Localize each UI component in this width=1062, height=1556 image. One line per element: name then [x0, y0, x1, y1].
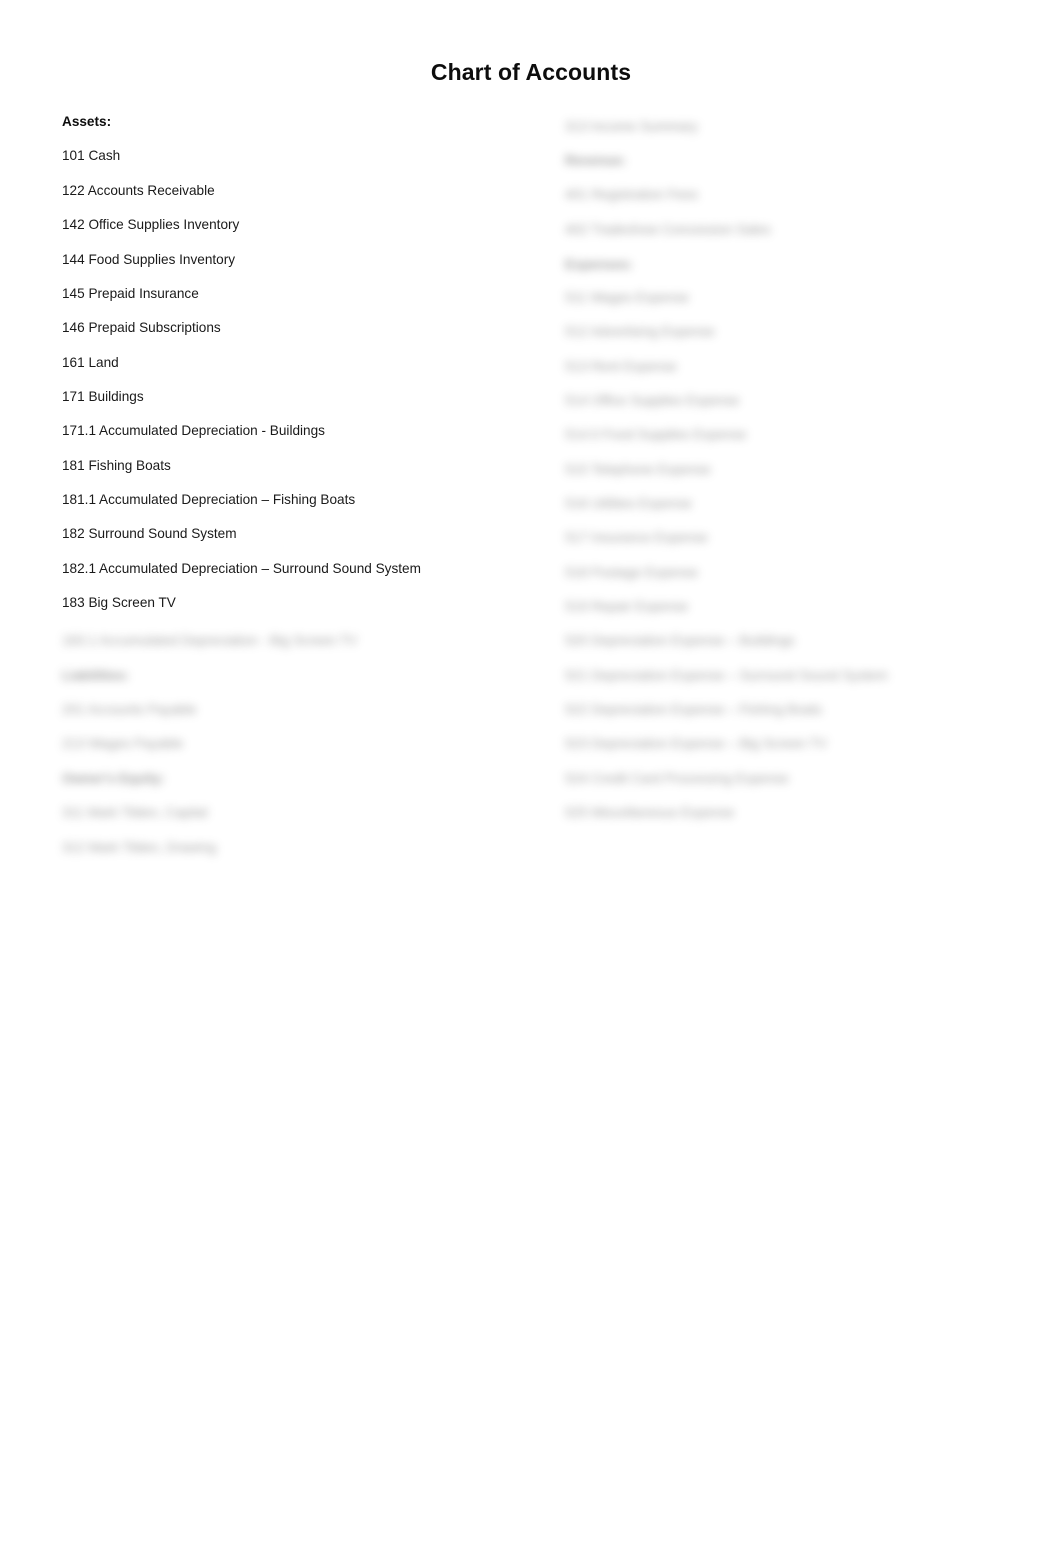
- account-section-heading: Liabilities:: [62, 668, 130, 683]
- account-line-item: 181.1 Accumulated Depreciation – Fishing…: [62, 492, 356, 507]
- account-line-item: 524 Credit Card Processing Expense: [565, 771, 789, 786]
- account-line-item: 161 Land: [62, 355, 119, 370]
- account-line-item: 517 Insurance Expense: [565, 530, 708, 545]
- account-line-item: 311 Mark Tilden, Capital: [62, 805, 208, 820]
- account-section-heading: Expenses:: [565, 257, 634, 272]
- account-line-item: 520 Depreciation Expense – Buildings: [565, 633, 795, 648]
- account-section-heading: Revenue:: [565, 153, 627, 168]
- account-line-item: 514 Office Supplies Expense: [565, 393, 740, 408]
- account-section-heading: Owner's Equity:: [62, 771, 165, 786]
- account-line-item: 511 Wages Expense: [565, 290, 689, 305]
- account-line-item: 523 Depreciation Expense – Big Screen TV: [565, 736, 827, 751]
- account-line-item: 122 Accounts Receivable: [62, 183, 215, 198]
- account-line-item: 313 Income Summary: [565, 119, 698, 134]
- account-line-item: 401 Registration Fees: [565, 187, 698, 202]
- account-line-item: 515 Telephone Expense: [565, 462, 711, 477]
- account-line-item: 512 Advertising Expense: [565, 324, 715, 339]
- account-line-item: 522 Depreciation Expense – Fishing Boats: [565, 702, 822, 717]
- document-page: Chart of Accounts Assets: 101 Cash 122 Acc…: [0, 0, 1062, 1556]
- account-line-item: 171.1 Accumulated Depreciation - Buildin…: [62, 423, 325, 438]
- account-line-item: 183.1 Accumulated Depreciation - Big Scr…: [62, 633, 358, 648]
- account-line-item: 513 Rent Expense: [565, 359, 677, 374]
- account-line-item: 145 Prepaid Insurance: [62, 286, 199, 301]
- account-line-item: 213 Wages Payable: [62, 736, 184, 751]
- account-line-item: 101 Cash: [62, 148, 121, 163]
- account-line-item: 525 Miscellaneous Expense: [565, 805, 735, 820]
- account-line-item: 516 Utilities Expense: [565, 496, 692, 511]
- account-line-item: 171 Buildings: [62, 389, 144, 404]
- account-line-item: 519 Repair Expense: [565, 599, 689, 614]
- account-line-item: 146 Prepaid Subscriptions: [62, 320, 221, 335]
- account-line-item: 514.5 Food Supplies Expense: [565, 427, 747, 442]
- page-title: Chart of Accounts: [430, 59, 632, 85]
- account-line-item: 521 Depreciation Expense – Surround Soun…: [565, 668, 888, 683]
- account-line-item: 518 Postage Expense: [565, 565, 699, 580]
- account-line-item: 402 Tradeshow Concession Sales: [565, 222, 771, 237]
- account-line-item: 142 Office Supplies Inventory: [62, 217, 240, 232]
- account-line-item: 144 Food Supplies Inventory: [62, 252, 236, 267]
- account-line-item: 181 Fishing Boats: [62, 458, 171, 473]
- account-line-item: 182.1 Accumulated Depreciation – Surroun…: [62, 561, 421, 576]
- account-line-item: 182 Surround Sound System: [62, 526, 237, 541]
- account-line-item: 201 Accounts Payable: [62, 702, 197, 717]
- account-line-item: 183 Big Screen TV: [62, 595, 176, 610]
- account-line-item: 312 Mark Tilden, Drawing: [62, 840, 217, 855]
- account-section-heading: Assets:: [62, 114, 112, 129]
